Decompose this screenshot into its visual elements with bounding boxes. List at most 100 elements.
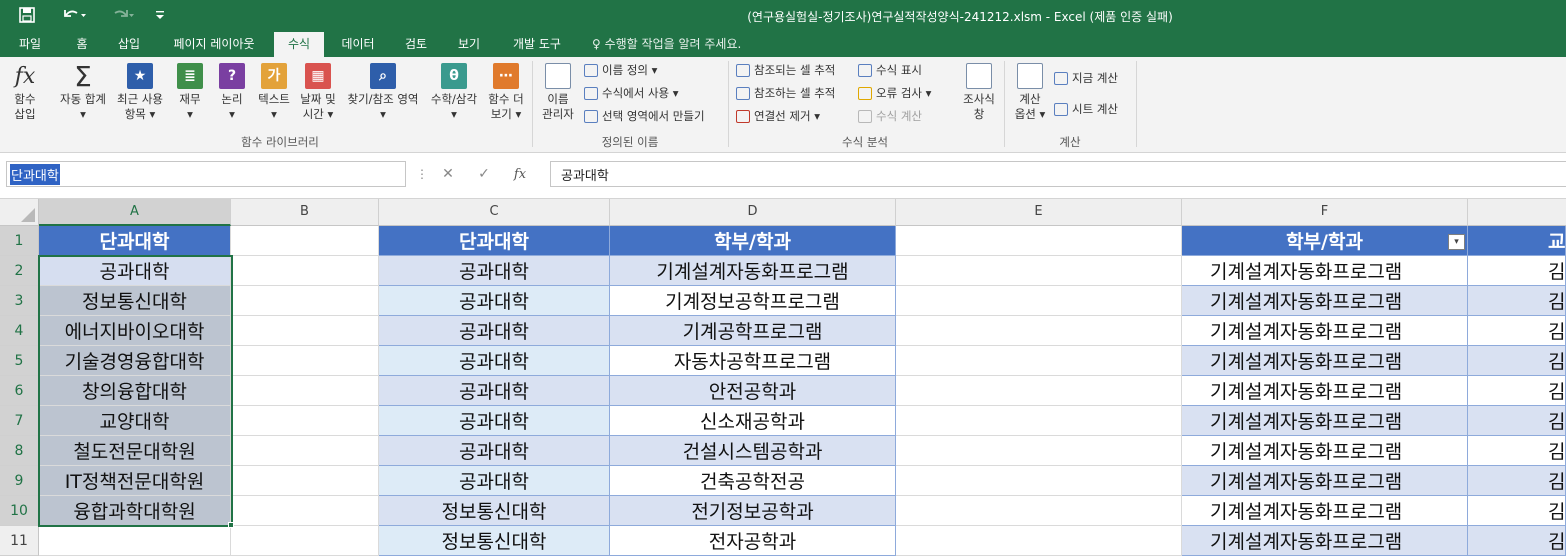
cell-b5[interactable] <box>231 346 379 376</box>
cell-a11[interactable] <box>39 526 231 556</box>
cell-c2[interactable]: 공과대학 <box>379 256 610 286</box>
cell-f5[interactable]: 기계설계자동화프로그램 <box>1182 346 1468 376</box>
cell-g11[interactable]: 김 <box>1468 526 1566 556</box>
column-header-e[interactable]: E <box>896 199 1182 226</box>
logical-button[interactable]: ? 논리 ▾ <box>214 63 250 122</box>
cell-b2[interactable] <box>231 256 379 286</box>
tab-file[interactable]: 파일 <box>8 32 52 57</box>
tab-review[interactable]: 검토 <box>396 32 436 57</box>
cell-a9[interactable]: IT정책전문대학원 <box>39 466 231 496</box>
row-header[interactable]: 9 <box>0 466 39 496</box>
row-header[interactable]: 6 <box>0 376 39 406</box>
cell-b1[interactable] <box>231 226 379 256</box>
cell-e9[interactable] <box>896 466 1182 496</box>
cell-d7[interactable]: 신소재공학과 <box>610 406 896 436</box>
row-header[interactable]: 8 <box>0 436 39 466</box>
cell-g3[interactable]: 김 <box>1468 286 1566 316</box>
cell-f6[interactable]: 기계설계자동화프로그램 <box>1182 376 1468 406</box>
more-functions-button[interactable]: ⋯ 함수 더 보기 ▾ <box>484 63 528 122</box>
cell-b6[interactable] <box>231 376 379 406</box>
evaluate-formula-button[interactable]: 수식 계산 <box>858 107 922 125</box>
cell-b10[interactable] <box>231 496 379 526</box>
name-manager-button[interactable]: 이름 관리자 <box>536 63 580 122</box>
cell-f9[interactable]: 기계설계자동화프로그램 <box>1182 466 1468 496</box>
cancel-entry-icon[interactable]: ✕ <box>430 166 466 182</box>
cell-c11[interactable]: 정보통신대학 <box>379 526 610 556</box>
cell-e8[interactable] <box>896 436 1182 466</box>
customize-icon[interactable] <box>150 4 170 26</box>
cell-c5[interactable]: 공과대학 <box>379 346 610 376</box>
cell-d10[interactable]: 전기정보공학과 <box>610 496 896 526</box>
cell-g8[interactable]: 김 <box>1468 436 1566 466</box>
error-checking-button[interactable]: 오류 검사 ▾ <box>858 84 931 102</box>
column-header-g[interactable] <box>1468 199 1566 226</box>
row-header[interactable]: 7 <box>0 406 39 436</box>
tab-insert[interactable]: 삽입 <box>110 32 148 57</box>
cell-a2[interactable]: 공과대학 <box>39 256 231 286</box>
cell-g4[interactable]: 김 <box>1468 316 1566 346</box>
cell-f11[interactable]: 기계설계자동화프로그램 <box>1182 526 1468 556</box>
cell-c3[interactable]: 공과대학 <box>379 286 610 316</box>
redo-icon[interactable] <box>104 4 142 26</box>
cell-d11[interactable]: 전자공학과 <box>610 526 896 556</box>
cell-d9[interactable]: 건축공학전공 <box>610 466 896 496</box>
filter-dropdown-icon[interactable]: ▾ <box>1448 234 1465 250</box>
cell-e5[interactable] <box>896 346 1182 376</box>
calc-options-button[interactable]: 계산 옵션 ▾ <box>1008 63 1052 122</box>
cell-c6[interactable]: 공과대학 <box>379 376 610 406</box>
cell-e7[interactable] <box>896 406 1182 436</box>
cell-c1[interactable]: 단과대학 <box>379 226 610 256</box>
row-header[interactable]: 5 <box>0 346 39 376</box>
cell-e3[interactable] <box>896 286 1182 316</box>
cell-a7[interactable]: 교양대학 <box>39 406 231 436</box>
cell-a1[interactable]: 단과대학 <box>39 226 231 256</box>
recently-used-button[interactable]: ★ 최근 사용 항목 ▾ <box>112 63 168 122</box>
show-formulas-button[interactable]: 수식 표시 <box>858 61 922 79</box>
cell-g10[interactable]: 김 <box>1468 496 1566 526</box>
remove-arrows-button[interactable]: 연결선 제거 ▾ <box>736 107 820 125</box>
cell-b9[interactable] <box>231 466 379 496</box>
tab-view[interactable]: 보기 <box>448 32 490 57</box>
lookup-reference-button[interactable]: ⌕ 찾기/참조 영역 ▾ <box>340 63 426 122</box>
create-from-selection-button[interactable]: 선택 영역에서 만들기 <box>584 107 705 125</box>
row-header[interactable]: 4 <box>0 316 39 346</box>
cell-f7[interactable]: 기계설계자동화프로그램 <box>1182 406 1468 436</box>
financial-button[interactable]: ≣ 재무 ▾ <box>172 63 208 122</box>
autosum-button[interactable]: Σ 자동 합계 ▾ <box>54 62 112 122</box>
cell-e11[interactable] <box>896 526 1182 556</box>
cell-f4[interactable]: 기계설계자동화프로그램 <box>1182 316 1468 346</box>
cell-c8[interactable]: 공과대학 <box>379 436 610 466</box>
row-header[interactable]: 11 <box>0 526 39 556</box>
cell-g9[interactable]: 김 <box>1468 466 1566 496</box>
insert-function-icon[interactable]: fx <box>502 167 538 182</box>
cell-a4[interactable]: 에너지바이오대학 <box>39 316 231 346</box>
cell-f3[interactable]: 기계설계자동화프로그램 <box>1182 286 1468 316</box>
cell-c9[interactable]: 공과대학 <box>379 466 610 496</box>
cell-e2[interactable] <box>896 256 1182 286</box>
tab-page-layout[interactable]: 페이지 레이아웃 <box>162 32 266 57</box>
date-time-button[interactable]: ▦ 날짜 및 시간 ▾ <box>296 63 340 122</box>
cell-d8[interactable]: 건설시스템공학과 <box>610 436 896 466</box>
trace-precedents-button[interactable]: 참조되는 셀 추적 <box>736 61 835 79</box>
cell-e6[interactable] <box>896 376 1182 406</box>
tab-formulas[interactable]: 수식 <box>274 32 324 57</box>
cell-g1[interactable]: 교 <box>1468 226 1566 256</box>
cell-b3[interactable] <box>231 286 379 316</box>
text-functions-button[interactable]: 가 텍스트 ▾ <box>254 63 294 122</box>
cell-f8[interactable]: 기계설계자동화프로그램 <box>1182 436 1468 466</box>
cell-a8[interactable]: 철도전문대학원 <box>39 436 231 466</box>
cell-c10[interactable]: 정보통신대학 <box>379 496 610 526</box>
formula-input[interactable]: 공과대학 <box>550 161 1566 187</box>
cell-a10[interactable]: 융합과학대학원 <box>39 496 231 526</box>
define-name-button[interactable]: 이름 정의 ▾ <box>584 61 657 79</box>
cell-d3[interactable]: 기계정보공학프로그램 <box>610 286 896 316</box>
trace-dependents-button[interactable]: 참조하는 셀 추적 <box>736 84 835 102</box>
tab-data[interactable]: 데이터 <box>334 32 382 57</box>
watch-window-button[interactable]: 조사식 창 <box>956 63 1002 122</box>
row-header[interactable]: 3 <box>0 286 39 316</box>
math-trig-button[interactable]: θ 수학/삼각 ▾ <box>426 63 482 122</box>
cell-e1[interactable] <box>896 226 1182 256</box>
cell-d2[interactable]: 기계설계자동화프로그램 <box>610 256 896 286</box>
tab-home[interactable]: 홈 <box>64 32 100 57</box>
cell-f1[interactable]: 학부/학과 <box>1182 226 1468 256</box>
